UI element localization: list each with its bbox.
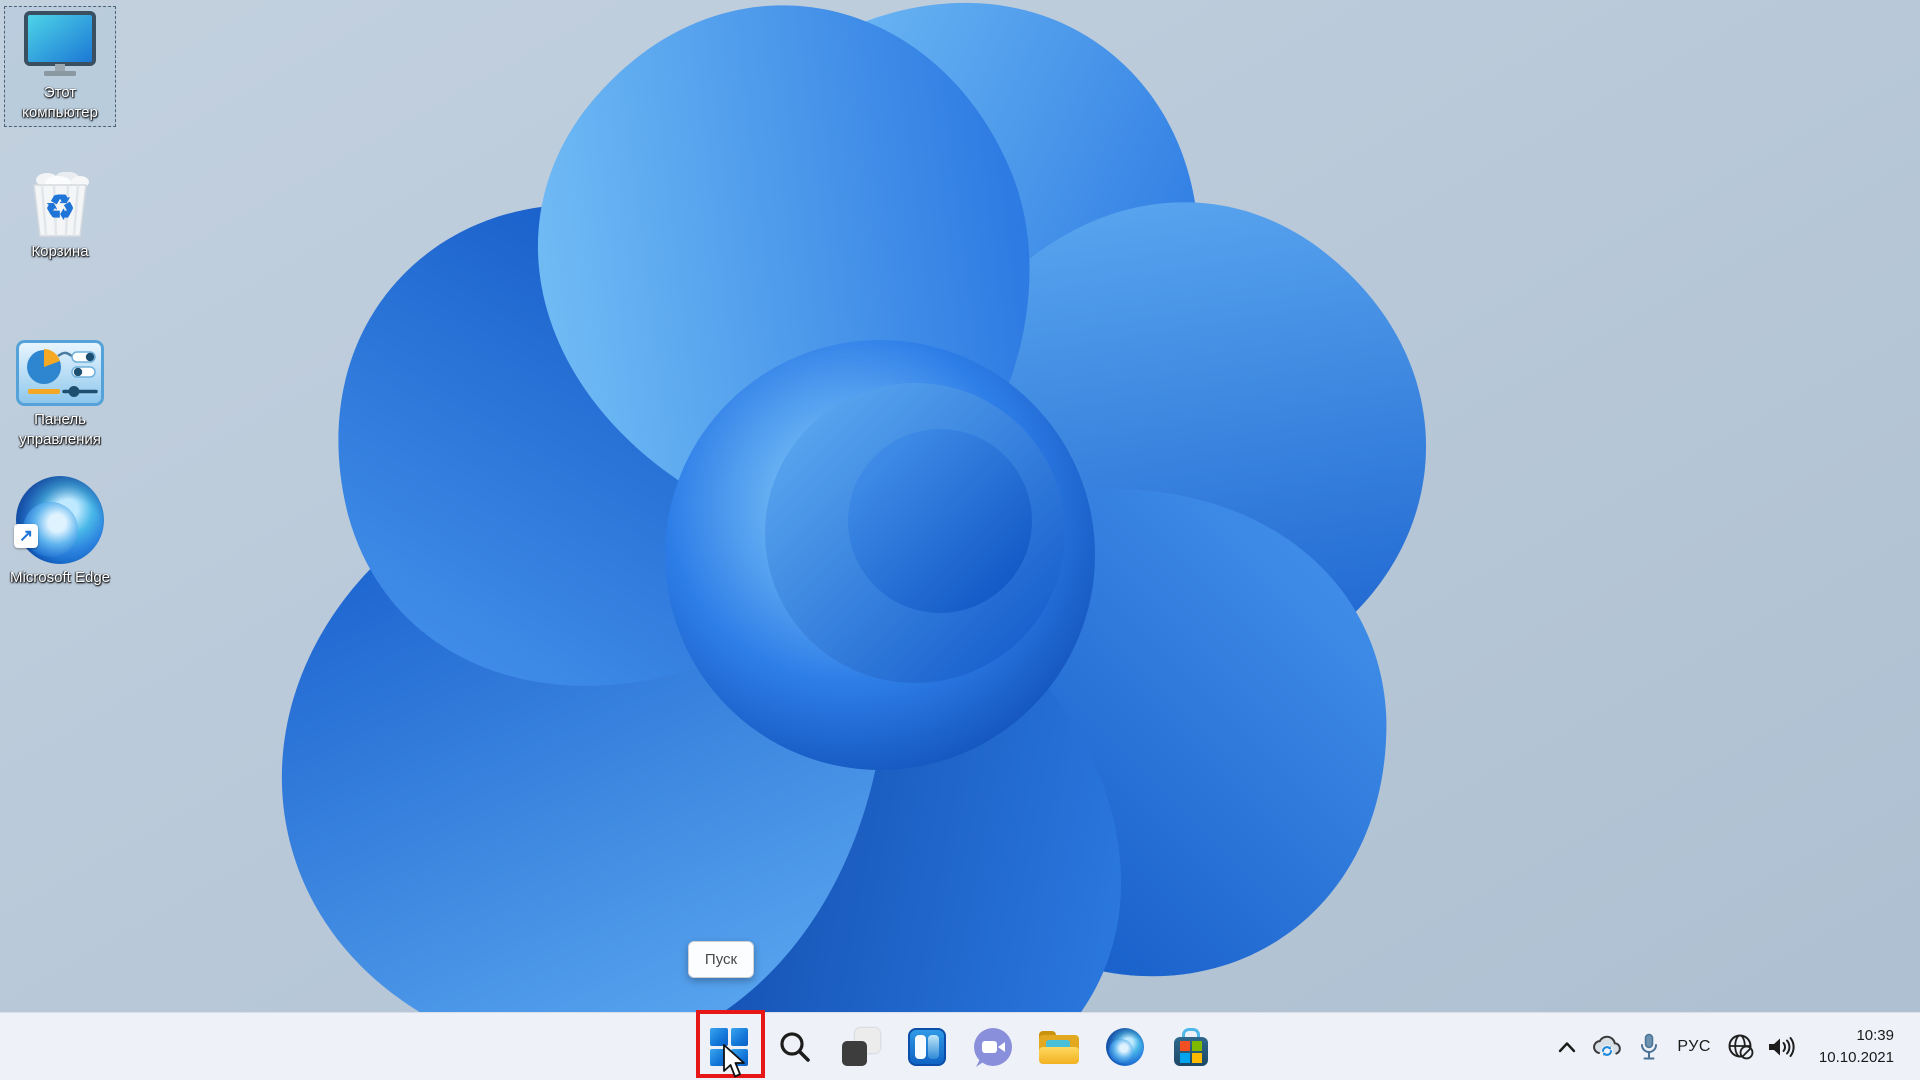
desktop-icon-control-panel[interactable]: Панель управления: [4, 336, 116, 453]
globe-no-internet-icon: [1728, 1034, 1754, 1060]
desktop-icon-label: Панель управления: [19, 411, 101, 448]
speaker-icon: [1768, 1037, 1795, 1057]
time-label: 10:39: [1856, 1027, 1894, 1045]
microphone-icon: [1641, 1033, 1658, 1060]
task-view-button[interactable]: [837, 1023, 885, 1071]
cloud-sync-icon: [1593, 1035, 1622, 1057]
show-hidden-icons-button[interactable]: [1557, 1040, 1577, 1054]
search-button[interactable]: [771, 1023, 819, 1071]
microsoft-store-icon: [1172, 1028, 1210, 1066]
system-tray: РУС 10:39 10.10.2021: [1557, 1013, 1920, 1080]
desktop-icon-label: Корзина: [31, 243, 89, 260]
this-pc-icon: [24, 11, 96, 76]
task-view-icon: [842, 1028, 880, 1066]
recycle-symbol: ♻: [44, 188, 76, 227]
file-explorer-icon: [1039, 1030, 1079, 1064]
microsoft-edge-icon: ↗: [14, 476, 104, 564]
desktop-icon-this-pc[interactable]: Этот компьютер: [4, 6, 116, 127]
volume-button[interactable]: [1767, 1035, 1797, 1059]
control-panel-icon: [16, 340, 104, 406]
widgets-icon: [908, 1028, 946, 1066]
desktop-icon-label: Этот компьютер: [22, 84, 98, 121]
search-icon: [780, 1032, 810, 1062]
network-button[interactable]: [1727, 1033, 1755, 1061]
onedrive-sync-button[interactable]: [1591, 1035, 1623, 1059]
desktop-icon-microsoft-edge[interactable]: ↗ Microsoft Edge: [4, 472, 116, 592]
start-button-tooltip: Пуск: [688, 941, 754, 978]
widgets-button[interactable]: [903, 1023, 951, 1071]
file-explorer-button[interactable]: [1035, 1023, 1083, 1071]
chat-button[interactable]: [969, 1023, 1017, 1071]
clock[interactable]: 10:39 10.10.2021: [1819, 1025, 1894, 1069]
tooltip-text: Пуск: [704, 951, 738, 968]
edge-icon: [1106, 1028, 1144, 1066]
microphone-button[interactable]: [1639, 1033, 1659, 1061]
mouse-cursor: [723, 1044, 745, 1078]
date-label: 10.10.2021: [1818, 1049, 1894, 1066]
desktop-wallpaper-bloom: [0, 0, 1920, 1080]
taskbar: РУС 10:39 10.10.2021: [0, 1012, 1920, 1080]
recycle-bin-icon: ♻: [25, 171, 95, 238]
chevron-up-icon: [1559, 1042, 1576, 1053]
language-label: РУС: [1677, 1038, 1711, 1055]
desktop-icon-label: Microsoft Edge: [9, 569, 111, 586]
chat-icon: [974, 1028, 1012, 1066]
shortcut-arrow-icon: ↗: [14, 524, 38, 548]
edge-button[interactable]: [1101, 1023, 1149, 1071]
desktop-icon-recycle-bin[interactable]: ♻ Корзина: [4, 168, 116, 266]
language-indicator[interactable]: РУС: [1677, 1038, 1711, 1056]
taskbar-center-icons: [705, 1013, 1215, 1080]
store-button[interactable]: [1167, 1023, 1215, 1071]
